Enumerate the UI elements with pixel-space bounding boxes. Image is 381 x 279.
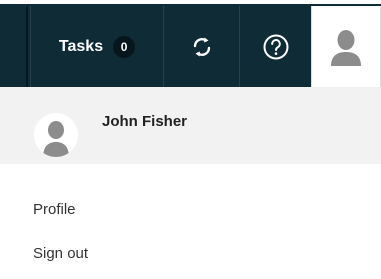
help-button[interactable] (239, 6, 311, 87)
menu-item-sign-out[interactable]: Sign out (33, 245, 88, 262)
nav-left-item[interactable] (0, 6, 28, 87)
help-icon (263, 34, 288, 59)
user-menu-header: John Fisher (0, 87, 381, 164)
user-avatar-icon (331, 29, 361, 66)
menu-item-profile[interactable]: Profile (33, 201, 76, 218)
user-menu-button[interactable] (311, 6, 381, 87)
top-navigation-bar: Tasks 0 (0, 0, 381, 87)
tasks-button[interactable]: Tasks 0 (30, 6, 163, 87)
tasks-count-badge: 0 (113, 35, 136, 58)
user-name: John Fisher (102, 113, 188, 130)
tasks-label: Tasks (58, 37, 104, 55)
user-avatar-icon (43, 121, 69, 157)
app-root: Tasks 0 John Fisher Profile Sign out (0, 0, 381, 279)
user-dropdown-menu: John Fisher Profile Sign out (0, 87, 381, 279)
avatar (34, 113, 78, 157)
top-edge-strip (0, 0, 381, 4)
sync-icon (193, 37, 210, 56)
sync-button[interactable] (163, 6, 239, 87)
